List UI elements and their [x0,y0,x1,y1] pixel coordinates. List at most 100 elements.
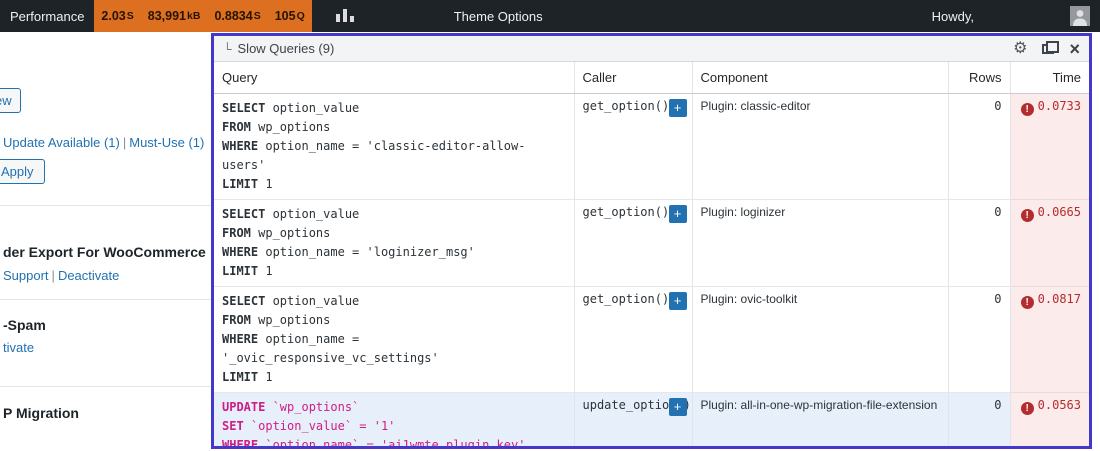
stat-query-time: 0.8834S [207,0,267,32]
time-value: 0.0817 [1038,292,1081,306]
rows-cell: 0 [948,287,1010,393]
rows-cell: 0 [948,393,1010,450]
admin-bar: Performance 2.03S 83,991kB 0.8834S 105Q … [0,0,1100,32]
separator: | [52,268,55,283]
caller-function: get_option() [583,205,670,219]
row-divider [0,386,211,387]
query-monitor-panel: └ Slow Queries (9) ⚙ × Query Caller Comp… [211,33,1092,449]
adminbar-theme-options[interactable]: Theme Options [444,0,553,32]
performance-label: Performance [10,9,84,24]
query-row: SELECT option_valueFROM wp_optionsWHERE … [214,200,1089,287]
query-row: SELECT option_valueFROM wp_optionsWHERE … [214,287,1089,393]
sql-query: SELECT option_valueFROM wp_optionsWHERE … [222,292,566,387]
component-cell: Plugin: ovic-toolkit [692,287,948,393]
support-link[interactable]: Support [3,268,49,283]
avatar [1070,6,1090,26]
component-label: Plugin: ovic-toolkit [701,292,798,306]
adminbar-performance-menu[interactable]: Performance [0,0,94,32]
view-button[interactable]: ew [0,88,21,113]
plugins-page-background: ew Update Available (1)|Must-Use (1) App… [0,32,211,451]
sql-query: UPDATE `wp_options`SET `option_value` = … [222,398,566,449]
warning-icon: ! [1021,402,1034,415]
column-header-caller: Caller [574,62,692,94]
settings-icon[interactable]: ⚙ [1013,41,1027,57]
submenu-corner-icon: └ [223,42,232,56]
caller-function: get_option() [583,292,670,306]
bar-chart-icon [336,8,354,25]
close-icon[interactable]: × [1069,40,1080,58]
panel-title: Slow Queries (9) [238,41,335,56]
time-value: 0.0733 [1038,99,1081,113]
time-value: 0.0563 [1038,398,1081,412]
rows-count: 0 [994,205,1001,219]
component-label: Plugin: loginizer [701,205,786,219]
query-cell: SELECT option_valueFROM wp_optionsWHERE … [214,287,574,393]
caller-cell: get_option() + [574,94,692,200]
expand-caller-button[interactable]: + [669,205,687,223]
warning-icon: ! [1021,209,1034,222]
stat-memory: 83,991kB [141,0,208,32]
query-row: SELECT option_valueFROM wp_optionsWHERE … [214,94,1089,200]
theme-options-label: Theme Options [454,9,543,24]
caller-function: get_option() [583,99,670,113]
column-header-component: Component [692,62,948,94]
column-header-query: Query [214,62,574,94]
plugin-actions: Support|Deactivate [3,267,119,285]
query-row: UPDATE `wp_options`SET `option_value` = … [214,393,1089,450]
row-divider [0,205,211,206]
expand-caller-button[interactable]: + [669,99,687,117]
plugin-title: P Migration [3,405,79,421]
rows-count: 0 [994,292,1001,306]
component-label: Plugin: all-in-one-wp-migration-file-ext… [701,398,938,412]
activate-link[interactable]: tivate [3,340,34,355]
warning-icon: ! [1021,103,1034,116]
separator: | [123,135,126,150]
table-header-row: Query Caller Component Rows Time [214,62,1089,94]
rows-cell: 0 [948,94,1010,200]
column-header-rows: Rows [948,62,1010,94]
rows-count: 0 [994,99,1001,113]
caller-cell: get_option() + [574,200,692,287]
filter-must-use[interactable]: Must-Use (1) [129,135,204,150]
caller-cell: update_option() + [574,393,692,450]
time-cell: ! 0.0563 [1010,393,1089,450]
time-cell: ! 0.0665 [1010,200,1089,287]
query-cell: SELECT option_valueFROM wp_optionsWHERE … [214,94,574,200]
query-monitor-stats[interactable]: 2.03S 83,991kB 0.8834S 105Q [94,0,311,32]
row-divider [0,299,211,300]
component-label: Plugin: classic-editor [701,99,811,113]
plugin-filters: Update Available (1)|Must-Use (1) [3,134,204,152]
query-cell: SELECT option_valueFROM wp_optionsWHERE … [214,200,574,287]
component-cell: Plugin: classic-editor [692,94,948,200]
caller-cell: get_option() + [574,287,692,393]
panel-header-icons: ⚙ × [1013,40,1080,58]
stat-page-time: 2.03S [94,0,140,32]
time-cell: ! 0.0733 [1010,94,1089,200]
rows-count: 0 [994,398,1001,412]
plugin-title: -Spam [3,317,46,333]
plugin-actions: tivate [3,339,34,357]
slow-queries-table: Query Caller Component Rows Time SELECT … [214,62,1089,449]
deactivate-link[interactable]: Deactivate [58,268,119,283]
expand-caller-button[interactable]: + [669,292,687,310]
time-value: 0.0665 [1038,205,1081,219]
component-cell: Plugin: loginizer [692,200,948,287]
query-cell: UPDATE `wp_options`SET `option_value` = … [214,393,574,450]
position-toggle-icon[interactable] [1042,44,1054,54]
adminbar-account-menu[interactable]: Howdy, [922,0,1100,32]
sql-query: SELECT option_valueFROM wp_optionsWHERE … [222,99,566,194]
stat-query-count: 105Q [268,0,312,32]
howdy-label: Howdy, [932,9,974,24]
column-header-time: Time [1010,62,1089,94]
filter-update-available[interactable]: Update Available (1) [3,135,120,150]
sql-query: SELECT option_valueFROM wp_optionsWHERE … [222,205,566,281]
rows-cell: 0 [948,200,1010,287]
warning-icon: ! [1021,296,1034,309]
time-cell: ! 0.0817 [1010,287,1089,393]
component-cell: Plugin: all-in-one-wp-migration-file-ext… [692,393,948,450]
plugin-title: der Export For WooCommerce [3,244,206,260]
expand-caller-button[interactable]: + [669,398,687,416]
apply-button[interactable]: Apply [0,159,45,184]
panel-header: └ Slow Queries (9) ⚙ × [214,36,1089,62]
adminbar-stats-menu[interactable] [326,0,364,32]
